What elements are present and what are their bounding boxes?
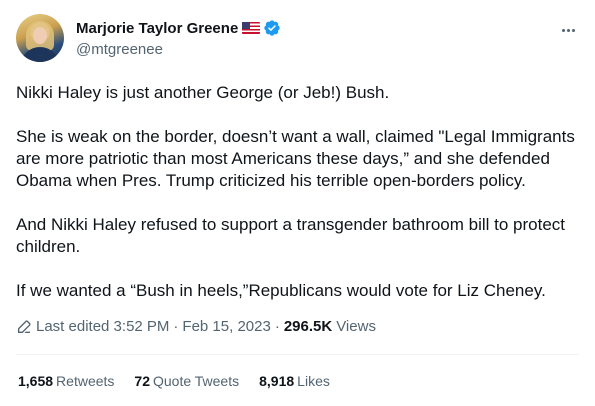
name-row: Marjorie Taylor Greene — [76, 18, 281, 38]
verified-badge-icon[interactable] — [263, 19, 281, 37]
views-label: Views — [336, 318, 376, 335]
likes-stat[interactable]: 8,918 Likes — [259, 373, 330, 389]
more-options-icon[interactable] — [557, 20, 579, 40]
tweet-paragraph: If we wanted a “Bush in heels,”Republica… — [16, 281, 546, 300]
tweet-header: Marjorie Taylor Greene @mtgreenee — [16, 14, 579, 62]
avatar[interactable] — [16, 14, 64, 62]
avatar-face — [33, 27, 47, 44]
views-count: 296.5K — [283, 318, 333, 335]
tweet-card: Marjorie Taylor Greene @mtgreenee Nikki … — [0, 0, 595, 406]
us-flag-icon — [242, 22, 261, 34]
retweets-label: Retweets — [56, 373, 115, 389]
edited-timestamp[interactable]: Last edited 3:52 PM — [36, 318, 169, 335]
tweet-paragraph: Nikki Haley is just another George (or J… — [16, 83, 390, 102]
tweet-meta: Last edited 3:52 PM · Feb 15, 2023 · 296… — [16, 318, 376, 335]
author-info: Marjorie Taylor Greene @mtgreenee — [76, 18, 281, 58]
divider — [16, 354, 579, 355]
likes-count: 8,918 — [259, 373, 295, 389]
retweets-stat[interactable]: 1,658 Retweets — [18, 373, 114, 389]
tweet-paragraph: And Nikki Haley refused to support a tra… — [16, 215, 566, 256]
engagement-stats: 1,658 Retweets 72 Quote Tweets 8,918 Likes — [18, 373, 350, 389]
tweet-paragraph: She is weak on the border, doesn’t want … — [16, 127, 575, 190]
avatar-shoulders — [20, 47, 60, 62]
author-handle[interactable]: @mtgreenee — [76, 41, 281, 58]
meta-separator: · — [173, 318, 179, 335]
quote-tweets-stat[interactable]: 72 Quote Tweets — [134, 373, 239, 389]
quote-tweets-count: 72 — [134, 373, 150, 389]
author-display-name[interactable]: Marjorie Taylor Greene — [76, 20, 238, 37]
tweet-date[interactable]: Feb 15, 2023 — [182, 318, 270, 335]
pencil-icon — [18, 319, 31, 333]
retweets-count: 1,658 — [18, 373, 54, 389]
likes-label: Likes — [297, 373, 330, 389]
meta-separator: · — [274, 318, 280, 335]
quote-tweets-label: Quote Tweets — [152, 373, 240, 389]
tweet-text: Nikki Haley is just another George (or J… — [16, 82, 576, 302]
